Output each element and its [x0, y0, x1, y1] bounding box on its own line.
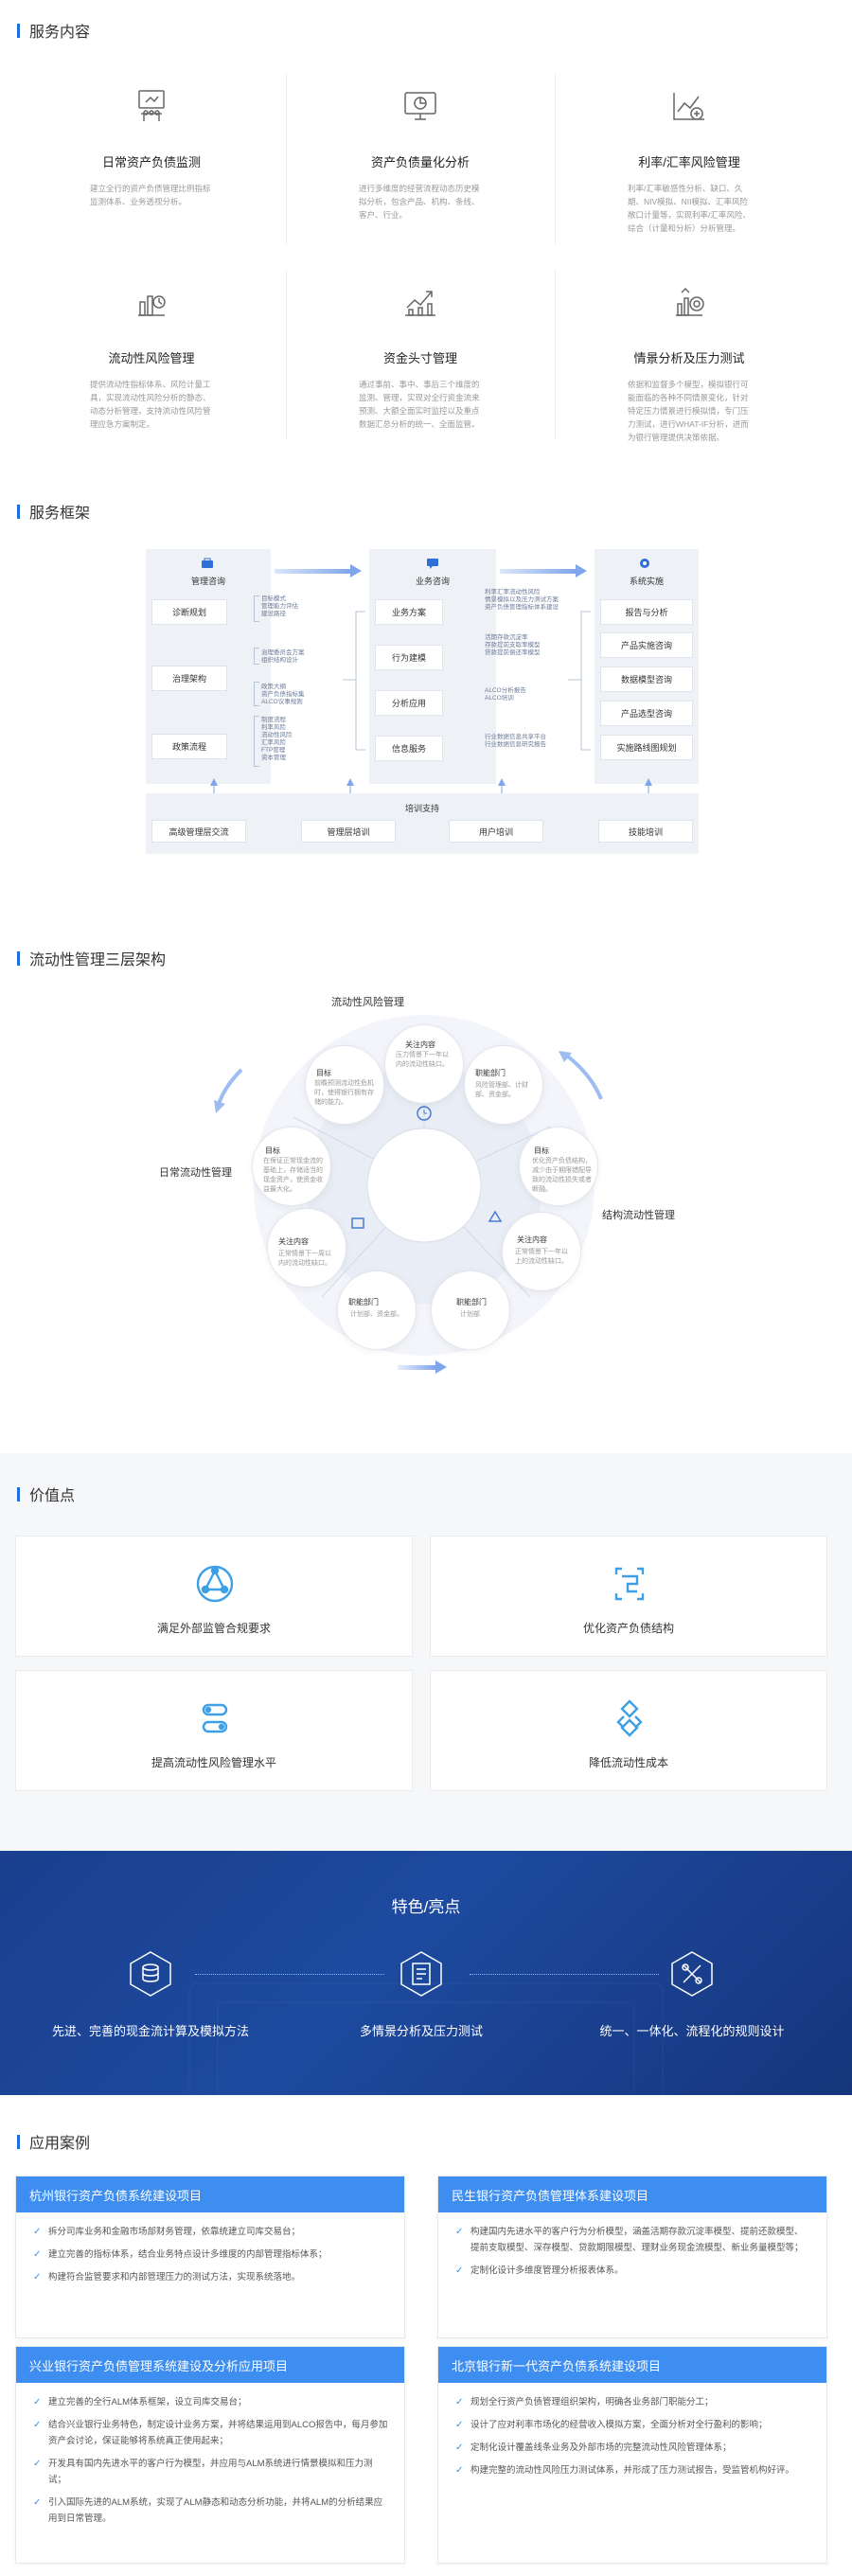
value-card-structure: 优化资产负债结构 [430, 1536, 827, 1657]
support-item: 用户培训 [449, 820, 543, 843]
section-title-value: 价值点 [17, 1483, 75, 1505]
framework-col3-title: 系统实施 [629, 577, 664, 586]
framework-notes-1: 目标模式 管理能力评估 建设路径 [261, 595, 298, 617]
support-item: 高级管理层交流 [151, 820, 246, 843]
framework-item: 政策流程 [151, 734, 227, 759]
tools-icon [671, 1951, 713, 1997]
section-title-three-layer: 流动性管理三层架构 [17, 947, 166, 969]
case-title: 民生银行资产负债管理体系建设项目 [438, 2176, 826, 2212]
case-card-minsheng: 民生银行资产负债管理体系建设项目 构建国内先进水平的客户行为分析模型，涵盖活期存… [437, 2176, 827, 2338]
framework-item: 数据模型咨询 [600, 666, 693, 692]
gear-icon [640, 559, 649, 568]
feature-item: 多情景分析及压力测试 [359, 2024, 483, 2038]
framework-item: 业务方案 [375, 599, 443, 625]
section-title-cases: 应用案例 [17, 2130, 90, 2153]
cost-icon [616, 1699, 643, 1737]
three-layer-label-right: 结构流动性管理 [602, 1210, 675, 1221]
three-layer-label-top: 流动性风险管理 [331, 997, 404, 1008]
framework-notes-3: 政策大纲 资产负债指标集 ALCO议事规则 [261, 684, 305, 705]
framework-notes-5: 利率汇率流动性风险 情景模拟以及压力测试方案 资产负债管理指标体系建设 [485, 589, 559, 611]
case-title: 北京银行新一代资产负债系统建设项目 [438, 2347, 826, 2383]
value-card-level: 提高流动性风险管理水平 [15, 1670, 413, 1791]
case-card-hangzhou: 杭州银行资产负债系统建设项目 拆分司库业务和金融市场部财务管理，依靠统建立司库交… [15, 2176, 405, 2338]
framework-col2-title: 业务咨询 [415, 577, 450, 586]
case-card-beijing: 北京银行新一代资产负债系统建设项目 规划全行资产负债管理组织架构，明确各业务部门… [437, 2346, 827, 2564]
case-title: 兴业银行资产负债管理系统建设及分析应用项目 [16, 2347, 404, 2383]
briefcase-icon [202, 558, 213, 568]
framework-item: 行为建模 [375, 645, 443, 670]
compliance-icon [196, 1565, 234, 1603]
case-title: 杭州银行资产负债系统建设项目 [16, 2176, 404, 2212]
framework-item: 产品实施咨询 [600, 632, 693, 658]
framework-item: 诊断规划 [151, 599, 227, 625]
framework-notes-2: 治理委员会方案 组织结构设计 [261, 649, 305, 664]
support-item: 技能培训 [598, 820, 693, 843]
framework-item: 分析应用 [375, 690, 443, 716]
framework-notes-4: 制度流程 利率风险 流动性风险 汇率风险 FTP管理 资本管理 [261, 717, 293, 761]
features-title: 特色/亮点 [391, 1898, 461, 1916]
scenario-icon [400, 1951, 442, 1997]
framework-notes-6: 活期存款沉淀率 存款提前支取率模型 贷款提前偿还率模型 [485, 634, 541, 656]
framework-item: 产品选型咨询 [600, 701, 693, 726]
framework-connectors [210, 564, 652, 793]
framework-item: 信息服务 [375, 736, 443, 761]
feature-item: 统一、一体化、流程化的规则设计 [599, 2024, 785, 2038]
framework-notes-8: 行业数据信息共享平台 行业数据信息研究报告 [485, 734, 546, 748]
framework-support-title: 培训支持 [404, 804, 439, 813]
case-card-xingye: 兴业银行资产负债管理系统建设及分析应用项目 建立完善的全行ALM体系框架，设立司… [15, 2346, 405, 2564]
value-card-compliance: 满足外部监管合规要求 [15, 1536, 413, 1657]
framework-item: 报告与分析 [600, 599, 693, 625]
structure-icon [614, 1567, 645, 1601]
node-left-lower [267, 1208, 346, 1288]
three-layer-label-left: 日常流动性管理 [159, 1167, 232, 1179]
support-item: 管理层培训 [301, 820, 396, 843]
framework-item: 治理架构 [151, 666, 227, 691]
framework-col1-title: 管理咨询 [190, 577, 225, 586]
cash-flow-icon [130, 1951, 171, 1997]
value-card-cost: 降低流动性成本 [430, 1670, 827, 1791]
framework-notes-7: ALCO分析报告 ALCO培训 [485, 687, 526, 702]
framework-item: 实施路线图规划 [600, 735, 693, 760]
level-icon [202, 1703, 228, 1733]
chat-icon [427, 559, 438, 569]
feature-item: 先进、完善的现金流计算及模拟方法 [51, 2024, 249, 2038]
